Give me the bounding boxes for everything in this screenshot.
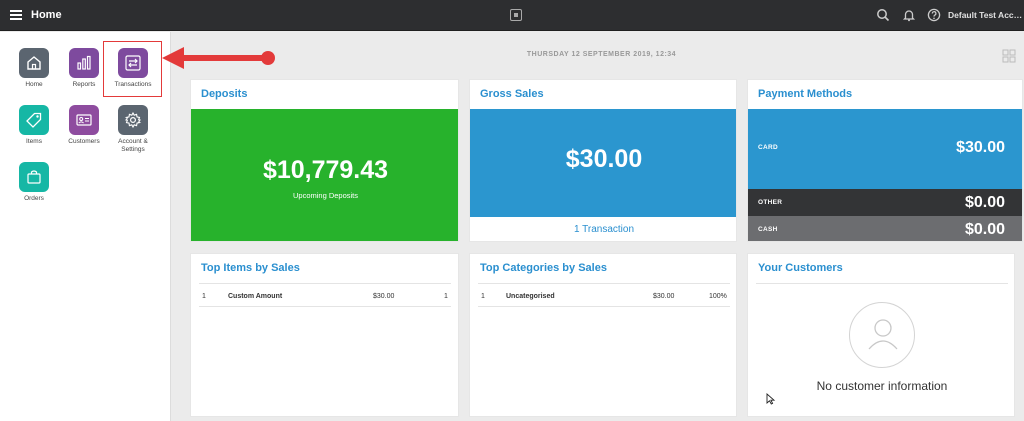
row-name: Custom Amount	[228, 293, 283, 300]
row-amount: $30.00	[373, 293, 395, 300]
gear-icon	[118, 105, 148, 135]
sidebar-item-items[interactable]: Items	[8, 105, 60, 146]
tag-icon	[19, 105, 49, 135]
row-amount: $30.00	[653, 293, 675, 300]
payment-value: $0.00	[964, 194, 1005, 211]
mouse-cursor-icon	[766, 393, 776, 405]
payment-row-other: OTHER $0.00	[748, 189, 1022, 216]
grid-view-icon[interactable]	[1002, 49, 1016, 63]
sidebar-item-label: Items	[26, 138, 42, 145]
row-qty: 1	[444, 293, 448, 300]
row-pct: 100%	[709, 293, 727, 300]
payment-value: $0.00	[964, 221, 1005, 238]
table-row[interactable]: 1 Custom Amount $30.00 1	[199, 283, 451, 307]
bag-icon	[19, 162, 49, 192]
sidebar-item-label: Account & Settings	[118, 138, 148, 153]
deposits-panel: $10,779.43 Upcoming Deposits	[191, 109, 458, 241]
row-rank: 1	[202, 293, 206, 300]
payment-row-card: CARD $30.00	[748, 109, 1022, 189]
payment-label: OTHER	[758, 199, 783, 206]
gross-sales-card[interactable]: Gross Sales $30.00 1 Transaction	[469, 79, 737, 242]
page-title: Home	[31, 9, 62, 21]
payment-methods-card[interactable]: Payment Methods CARD $30.00 OTHER $0.00 …	[747, 79, 1023, 242]
id-card-icon	[69, 105, 99, 135]
empty-state-text: No customer information	[816, 379, 948, 393]
home-icon	[19, 48, 49, 78]
row-name: Uncategorised	[506, 293, 555, 300]
sidebar-item-customers[interactable]: Customers	[58, 105, 110, 146]
top-items-card[interactable]: Top Items by Sales 1 Custom Amount $30.0…	[190, 253, 459, 417]
bar-chart-icon	[69, 48, 99, 78]
row-rank: 1	[481, 293, 485, 300]
payment-label: CASH	[758, 226, 778, 233]
account-name[interactable]: Default Test Account	[948, 10, 1024, 20]
card-title: Top Categories by Sales	[480, 262, 607, 274]
search-icon[interactable]	[876, 8, 890, 22]
card-title: Your Customers	[758, 262, 843, 274]
card-title: Gross Sales	[480, 88, 544, 100]
table-row[interactable]: 1 Uncategorised $30.00 100%	[478, 283, 730, 307]
menu-icon[interactable]	[10, 10, 22, 20]
transactions-link[interactable]: 1 Transaction	[470, 224, 736, 235]
bell-icon[interactable]	[902, 8, 916, 22]
sidebar-item-label: Orders	[24, 195, 44, 202]
gross-sales-amount: $30.00	[565, 145, 643, 173]
payment-value: $30.00	[956, 139, 1005, 156]
sidebar-item-orders[interactable]: Orders	[8, 162, 60, 203]
sidebar-item-account-settings[interactable]: Account & Settings	[107, 105, 159, 154]
sidebar-item-label: Home	[25, 81, 43, 88]
divider	[756, 283, 1008, 284]
gross-sales-panel: $30.00	[470, 109, 736, 217]
card-title: Top Items by Sales	[201, 262, 300, 274]
sidebar-item-label: Customers	[68, 138, 100, 145]
payment-label: CARD	[758, 144, 778, 151]
top-categories-card[interactable]: Top Categories by Sales 1 Uncategorised …	[469, 253, 737, 417]
card-title: Deposits	[201, 88, 248, 100]
annotation-arrow-icon	[162, 47, 275, 69]
payment-row-cash: CASH $0.00	[748, 216, 1022, 241]
customer-avatar-icon	[849, 302, 915, 368]
deposits-amount: $10,779.43	[262, 156, 389, 184]
top-bar: Home Default Test Account	[0, 0, 1024, 31]
deposits-card[interactable]: Deposits $10,779.43 Upcoming Deposits	[190, 79, 459, 242]
help-icon[interactable]	[927, 8, 941, 22]
date-label: THURSDAY 12 SEPTEMBER 2019, 12:34	[526, 51, 677, 58]
deposits-sublabel: Upcoming Deposits	[292, 191, 359, 200]
sidebar-item-home[interactable]: Home	[8, 48, 60, 89]
your-customers-card[interactable]: Your Customers No customer information	[747, 253, 1015, 417]
highlight-box	[103, 41, 162, 97]
card-title: Payment Methods	[758, 88, 853, 100]
square-logo-icon[interactable]	[510, 9, 522, 21]
